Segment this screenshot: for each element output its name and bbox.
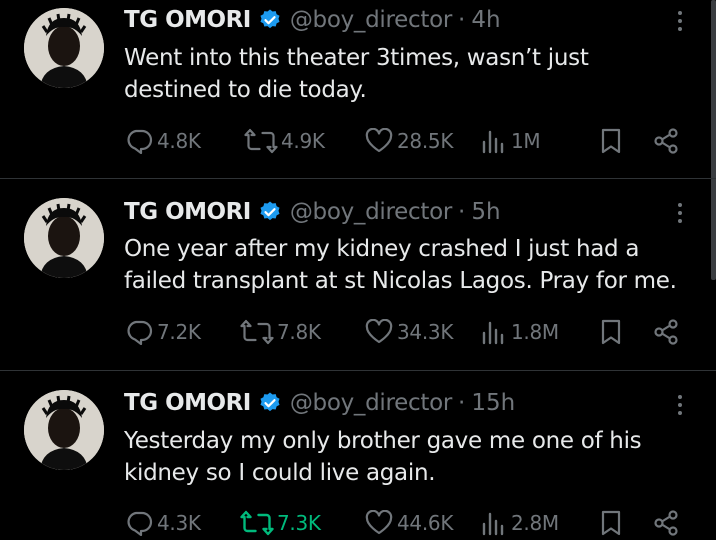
- like-button[interactable]: 44.6K: [364, 506, 453, 540]
- tweet-actions: 7.2K 7.8K 34.3K 1.8M: [124, 315, 690, 349]
- author-handle[interactable]: @boy_director: [290, 390, 452, 416]
- more-options-icon[interactable]: [670, 390, 690, 420]
- avatar-image: [24, 198, 104, 278]
- views-button[interactable]: 1M: [480, 124, 541, 158]
- separator-dot: ·: [458, 199, 466, 225]
- like-button[interactable]: 28.5K: [364, 124, 453, 158]
- views-icon: [482, 321, 504, 345]
- reply-count: 7.2K: [157, 320, 201, 344]
- heart-icon: [365, 319, 393, 344]
- bookmark-icon: [601, 128, 621, 154]
- author-handle[interactable]: @boy_director: [290, 7, 452, 33]
- avatar[interactable]: [24, 390, 104, 470]
- separator-dot: ·: [458, 7, 466, 33]
- tweet-timestamp[interactable]: 15h: [471, 390, 515, 416]
- views-count: 1.8M: [511, 320, 559, 344]
- repost-count: 4.9K: [281, 129, 325, 153]
- separator-dot: ·: [458, 390, 466, 416]
- author-handle[interactable]: @boy_director: [290, 199, 452, 225]
- repost-count: 7.3K: [277, 511, 321, 535]
- bookmark-icon: [601, 319, 621, 345]
- tweet-actions: 4.3K 7.3K 44.6K 2.8M: [124, 506, 690, 540]
- reply-count: 4.8K: [157, 129, 201, 153]
- bookmark-icon: [601, 510, 621, 536]
- like-count: 44.6K: [397, 511, 454, 535]
- views-button[interactable]: 1.8M: [480, 315, 559, 349]
- tweet-text-line: One year after my kidney crashed I just …: [124, 236, 640, 262]
- share-button[interactable]: [652, 124, 680, 158]
- avatar[interactable]: [24, 8, 104, 88]
- avatar[interactable]: [24, 198, 104, 278]
- repost-count: 7.8K: [277, 320, 321, 344]
- more-options-icon[interactable]: [670, 6, 690, 36]
- like-count: 28.5K: [397, 129, 454, 153]
- repost-icon: [244, 128, 278, 154]
- avatar-image: [24, 8, 104, 88]
- verified-badge-icon[interactable]: [258, 391, 282, 415]
- tweet-text: Went into this theater 3times, wasn’t ju…: [124, 42, 704, 106]
- tweet-text: Yesterday my only brother gave me one of…: [124, 425, 704, 489]
- bookmark-button[interactable]: [598, 124, 624, 158]
- share-icon: [654, 128, 678, 154]
- share-button[interactable]: [652, 315, 680, 349]
- repost-icon: [240, 510, 274, 536]
- author-name[interactable]: TG OMORI: [124, 7, 251, 33]
- tweet-text: One year after my kidney crashed I just …: [124, 233, 704, 297]
- like-count: 34.3K: [397, 320, 454, 344]
- tweet-text-line: destined to die today.: [124, 77, 367, 103]
- heart-icon: [365, 510, 393, 535]
- reply-button[interactable]: 4.8K: [124, 124, 201, 158]
- share-button[interactable]: [652, 506, 680, 540]
- bookmark-button[interactable]: [598, 506, 624, 540]
- views-count: 2.8M: [511, 511, 559, 535]
- reply-icon: [127, 511, 153, 536]
- bookmark-button[interactable]: [598, 315, 624, 349]
- like-button[interactable]: 34.3K: [364, 315, 453, 349]
- tweet-text-line: Yesterday my only brother gave me one of…: [124, 428, 642, 454]
- reply-icon: [127, 129, 153, 154]
- tweet-timestamp[interactable]: 4h: [471, 7, 500, 33]
- views-count: 1M: [511, 129, 541, 153]
- tweet-text-line: failed transplant at st Nicolas Lagos. P…: [124, 268, 677, 294]
- verified-badge-icon[interactable]: [258, 200, 282, 224]
- views-icon: [482, 512, 504, 536]
- repost-button[interactable]: 4.9K: [244, 124, 325, 158]
- reply-icon: [127, 320, 153, 345]
- repost-button[interactable]: 7.8K: [240, 315, 321, 349]
- repost-icon: [240, 319, 274, 345]
- repost-button-active[interactable]: 7.3K: [240, 506, 321, 540]
- verified-badge-icon[interactable]: [258, 8, 282, 32]
- reply-count: 4.3K: [157, 511, 201, 535]
- share-icon: [654, 510, 678, 536]
- tweet-text-line: kidney so I could live again.: [124, 460, 436, 486]
- tweet-text-line: Went into this theater 3times, wasn’t ju…: [124, 45, 589, 71]
- views-button[interactable]: 2.8M: [480, 506, 559, 540]
- author-name[interactable]: TG OMORI: [124, 390, 251, 416]
- more-options-icon[interactable]: [670, 198, 690, 228]
- tweet-divider: [0, 178, 716, 179]
- heart-icon: [365, 128, 393, 153]
- share-icon: [654, 319, 678, 345]
- author-name[interactable]: TG OMORI: [124, 199, 251, 225]
- views-icon: [482, 130, 504, 154]
- tweet-timestamp[interactable]: 5h: [471, 199, 500, 225]
- tweet-actions: 4.8K 4.9K 28.5K 1M: [124, 124, 690, 158]
- tweet-divider: [0, 370, 716, 371]
- avatar-image: [24, 390, 104, 470]
- reply-button[interactable]: 7.2K: [124, 315, 201, 349]
- page-scrollbar[interactable]: [711, 0, 716, 280]
- reply-button[interactable]: 4.3K: [124, 506, 201, 540]
